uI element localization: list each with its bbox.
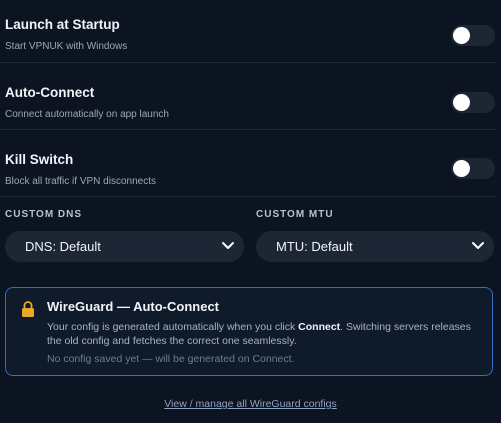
mtu-select[interactable]: MTU: Default [256,231,494,262]
lock-icon [22,301,34,317]
toggle-knob [453,94,470,111]
chevron-down-icon [472,242,484,249]
setting-title: Auto-Connect [5,85,95,100]
setting-auto-connect: Auto-Connect Connect automatically on ap… [0,63,496,129]
toggle-knob [453,27,470,44]
chevron-down-icon [222,242,234,249]
wireguard-description-emphasis: Connect [298,321,341,333]
auto-connect-toggle[interactable] [451,92,495,113]
setting-subtitle: Connect automatically on app launch [5,109,169,120]
manage-wireguard-configs-link[interactable]: View / manage all WireGuard configs [0,398,501,410]
setting-kill-switch: Kill Switch Block all traffic if VPN dis… [0,130,496,196]
launch-at-startup-toggle[interactable] [451,25,495,46]
dns-select-value: DNS: Default [25,239,101,254]
toggle-knob [453,160,470,177]
wireguard-status-note: No config saved yet — will be generated … [47,353,295,365]
wireguard-info-card: WireGuard — Auto-Connect Your config is … [5,287,493,376]
mtu-select-value: MTU: Default [276,239,353,254]
kill-switch-toggle[interactable] [451,158,495,179]
wireguard-title: WireGuard — Auto-Connect [47,299,220,314]
setting-title: Launch at Startup [5,17,120,32]
wireguard-description: Your config is generated automatically w… [47,320,487,348]
divider [0,196,496,197]
dns-select[interactable]: DNS: Default [5,231,244,262]
wireguard-description-text: Your config is generated automatically w… [47,321,299,333]
custom-mtu-label: CUSTOM MTU [256,209,334,220]
setting-subtitle: Block all traffic if VPN disconnects [5,176,156,187]
setting-title: Kill Switch [5,152,74,167]
custom-dns-label: CUSTOM DNS [5,209,83,220]
setting-launch-at-startup: Launch at Startup Start VPNUK with Windo… [0,0,496,62]
setting-subtitle: Start VPNUK with Windows [5,41,128,52]
